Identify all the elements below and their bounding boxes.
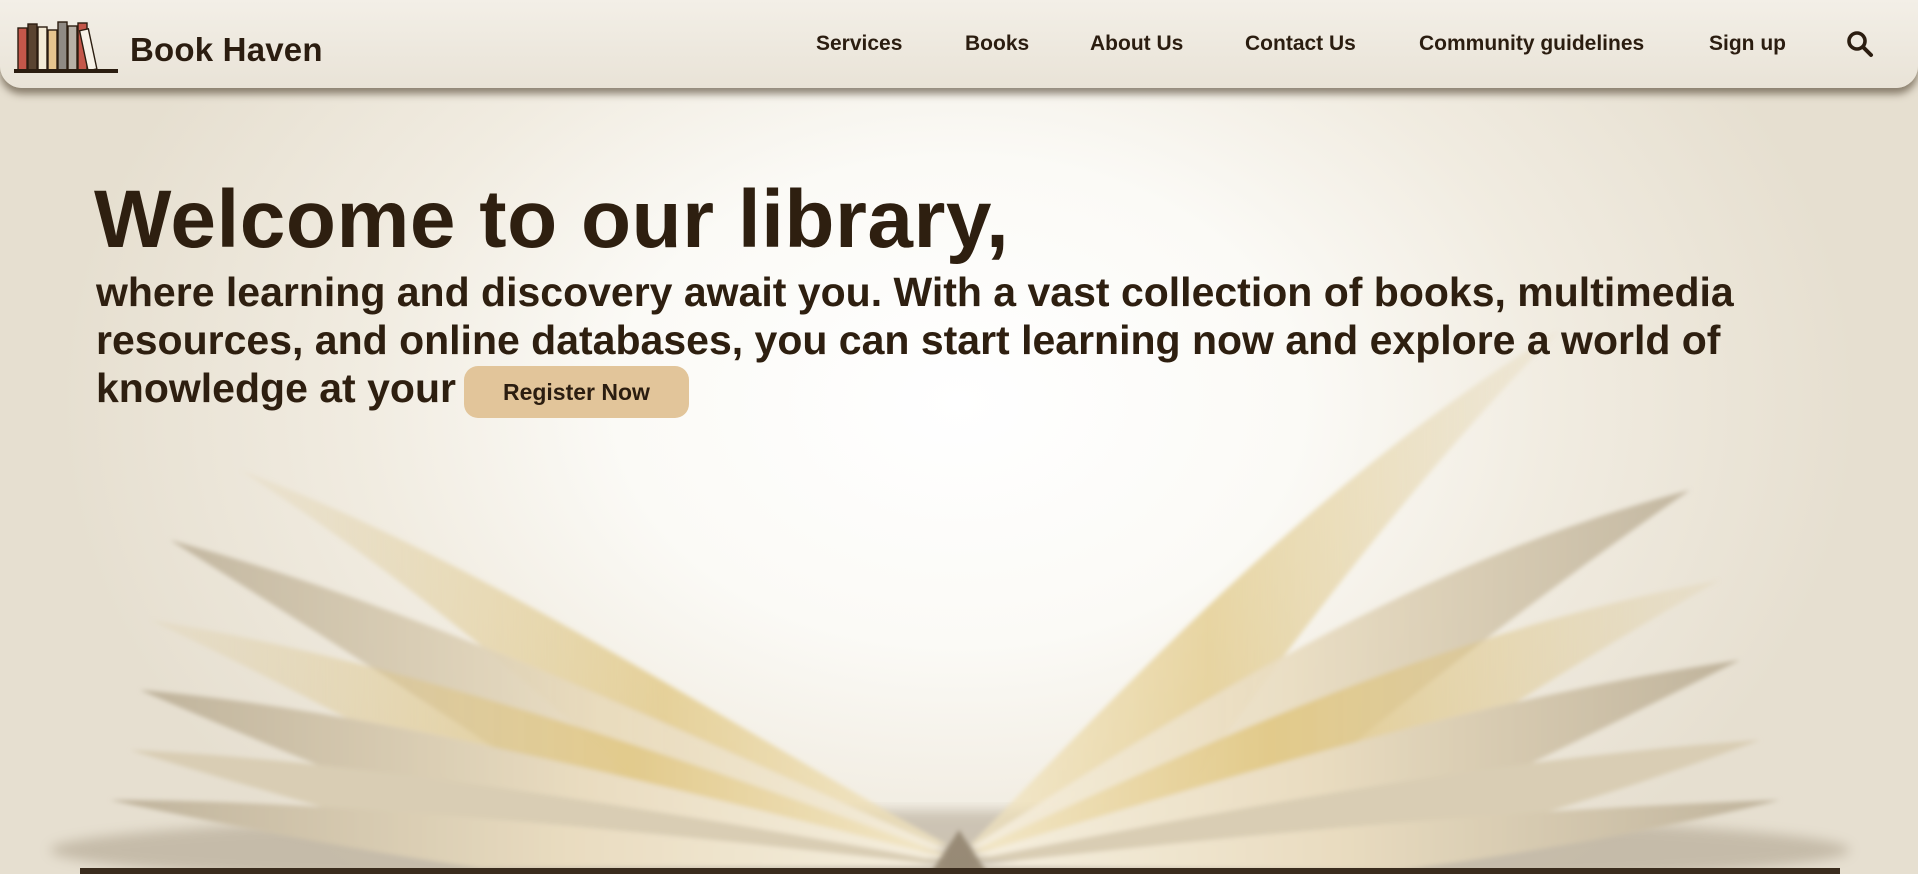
nav-link-contact-us[interactable]: Contact Us bbox=[1245, 32, 1356, 56]
hero-description: where learning and discovery await you. … bbox=[96, 268, 1886, 418]
register-now-button[interactable]: Register Now bbox=[463, 366, 689, 418]
search-icon[interactable] bbox=[1846, 30, 1874, 58]
nav-link-books[interactable]: Books bbox=[965, 32, 1029, 56]
hero-description-text: where learning and discovery await you. … bbox=[96, 269, 1734, 411]
page: Book Haven Services Books About Us Conta… bbox=[0, 0, 1918, 874]
nav-link-services[interactable]: Services bbox=[816, 32, 902, 56]
nav-link-about-us[interactable]: About Us bbox=[1090, 32, 1183, 56]
nav-link-sign-up[interactable]: Sign up bbox=[1709, 32, 1786, 56]
navbar: Book Haven Services Books About Us Conta… bbox=[0, 0, 1918, 88]
nav-link-community-guidelines[interactable]: Community guidelines bbox=[1419, 32, 1644, 56]
hero-title: Welcome to our library, bbox=[94, 174, 1010, 265]
open-book-illustration bbox=[50, 330, 1850, 874]
main-nav: Services Books About Us Contact Us Commu… bbox=[0, 32, 1918, 62]
